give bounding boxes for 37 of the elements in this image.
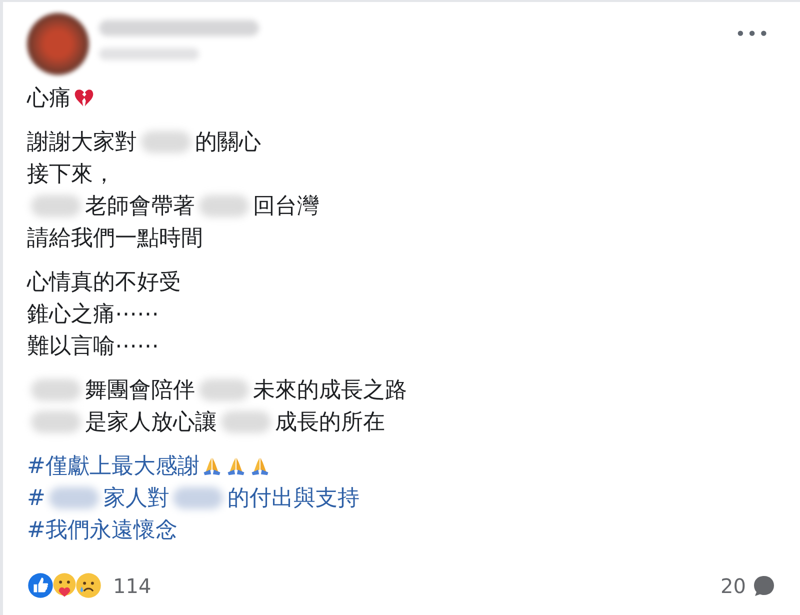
blurred-text	[173, 487, 224, 509]
blurred-text	[49, 487, 100, 509]
hashtag-text[interactable]: 的付出與支持	[227, 483, 360, 513]
post-text: 請給我們一點時間	[27, 225, 203, 253]
post-text: 老師會帶著	[85, 193, 195, 221]
broken-heart-icon	[73, 87, 95, 109]
like-reaction-icon	[27, 572, 54, 599]
post-text: 回台灣	[253, 193, 319, 221]
post-text: 未來的成長之路	[253, 377, 407, 405]
hashtag-text[interactable]: #	[27, 486, 46, 510]
post-text: 成長的所在	[275, 409, 385, 437]
blurred-text	[199, 379, 249, 401]
post-text: 接下來，	[27, 161, 115, 189]
post-text: 的關心	[195, 129, 261, 157]
speech-bubble-icon	[752, 574, 776, 598]
post-text: 舞團會陪伴	[85, 377, 195, 405]
blurred-text	[31, 379, 81, 401]
avatar-photo-placeholder	[27, 13, 89, 75]
blurred-text	[221, 411, 271, 433]
comment-count[interactable]: 20	[720, 574, 746, 598]
hashtag-text[interactable]: #我們永遠懷念	[27, 515, 178, 545]
post-text: 是家人放心讓	[85, 409, 217, 437]
blurred-text	[31, 195, 81, 217]
post-text: 難以言喻⋯⋯	[27, 333, 159, 361]
blurred-text	[199, 195, 249, 217]
hashtag-text[interactable]: #僅獻上最大感謝	[27, 451, 200, 481]
blurred-text	[31, 411, 81, 433]
post-text: 錐心之痛⋯⋯	[27, 301, 159, 329]
post-text: 心情真的不好受	[27, 269, 181, 297]
hug-emoji-icon	[51, 572, 78, 599]
reaction-count[interactable]: 114	[113, 574, 152, 598]
post-text: 謝謝大家對	[27, 129, 137, 157]
sad-emoji-icon	[75, 572, 102, 599]
post-text: 心痛	[27, 85, 71, 113]
hashtag-text[interactable]: 家人對	[103, 483, 170, 513]
blurred-text	[141, 131, 191, 153]
more-options-button[interactable]: •••	[729, 20, 776, 48]
